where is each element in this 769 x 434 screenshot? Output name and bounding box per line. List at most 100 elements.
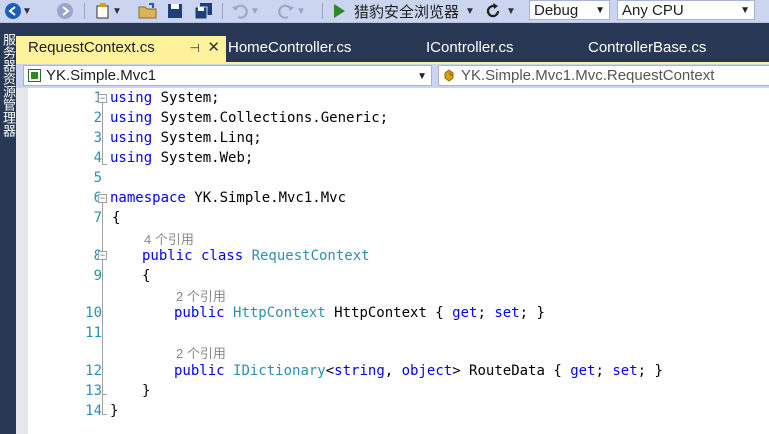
server-explorer-sidebar[interactable]: 服务器资源管理器 <box>0 23 16 434</box>
refresh-button[interactable]: ▼ <box>484 2 516 20</box>
code-line[interactable]: namespace YK.Simple.Mvc1.Mvc <box>110 190 346 206</box>
keyword: namespace <box>110 190 186 206</box>
forward-button[interactable] <box>56 2 74 20</box>
line-number: 2 <box>93 110 102 126</box>
back-button[interactable]: ▼ <box>4 2 32 20</box>
forward-arrow-icon <box>57 3 73 19</box>
server-explorer-label[interactable]: 服务器资源管理器 <box>1 33 16 137</box>
line-number: 14 <box>85 403 102 419</box>
back-dropdown-icon[interactable]: ▼ <box>22 6 32 17</box>
chevron-down-icon: ▼ <box>740 5 750 16</box>
property-references-codelens[interactable]: 2 个引用 <box>176 343 226 362</box>
keyword: public class <box>142 248 252 264</box>
brace: } <box>142 383 151 399</box>
new-project-button[interactable]: ▼ <box>94 2 122 20</box>
code-line[interactable]: public class RequestContext <box>142 248 370 264</box>
property-name: HttpContext { <box>325 305 453 321</box>
refresh-dropdown-icon[interactable]: ▼ <box>506 6 516 17</box>
undo-dropdown-icon[interactable]: ▼ <box>250 6 260 17</box>
keyword: get <box>570 363 596 379</box>
type-name: IDictionary <box>233 363 326 379</box>
code-line[interactable]: using System.Collections.Generic; <box>110 110 388 126</box>
keyword: public <box>174 305 234 321</box>
outline-guide <box>102 203 103 414</box>
solution-configuration-select[interactable]: Debug ▼ <box>529 0 610 20</box>
tab-homecontroller[interactable]: HomeController.cs <box>216 36 406 62</box>
keyword: get <box>452 305 478 321</box>
type-name: HttpContext <box>233 305 326 321</box>
start-dropdown-icon[interactable]: ▼ <box>465 6 475 17</box>
punctuation: ; } <box>637 363 663 379</box>
tab-label: HomeController.cs <box>228 39 352 56</box>
editor-margin <box>16 88 28 434</box>
code-line[interactable]: { <box>112 210 120 226</box>
pin-icon[interactable]: ⊣ <box>190 36 200 60</box>
line-number: 11 <box>85 325 102 341</box>
solution-platform-select[interactable]: Any CPU ▼ <box>617 0 755 20</box>
namespace-ref: System; <box>152 90 220 106</box>
toolbar-separator <box>84 3 85 19</box>
keyword: public <box>174 363 234 379</box>
keyword: using <box>110 110 153 126</box>
code-line[interactable]: } <box>142 383 150 399</box>
line-number: 4 <box>93 150 102 166</box>
save-all-icon <box>194 3 212 20</box>
document-tab-strip: RequestContext.cs ⊣ ✕ HomeController.cs … <box>16 23 769 62</box>
keyword: using <box>110 130 153 146</box>
outline-guide <box>102 394 107 395</box>
line-number: 12 <box>85 363 102 379</box>
punctuation: , <box>384 363 402 379</box>
refresh-icon <box>486 3 500 18</box>
redo-button[interactable]: ▼ <box>276 2 306 20</box>
project-select[interactable]: YK.Simple.Mvc1 ▼ <box>23 65 432 86</box>
code-line[interactable]: public HttpContext HttpContext { get; se… <box>174 305 545 321</box>
line-number: 3 <box>93 130 102 146</box>
line-number: 7 <box>93 210 102 226</box>
outline-guide <box>102 103 103 164</box>
collapse-class-toggle[interactable]: − <box>98 251 107 260</box>
line-number: 8 <box>68 248 102 264</box>
tab-requestcontext[interactable]: RequestContext.cs ⊣ ✕ <box>16 36 226 62</box>
line-number: 10 <box>85 305 102 321</box>
solution-configuration-value: Debug <box>534 2 579 19</box>
outline-guide <box>102 414 107 415</box>
code-line[interactable]: } <box>110 403 118 419</box>
code-line[interactable]: using System; <box>110 90 220 106</box>
navigation-bar: YK.Simple.Mvc1 ▼ YK.Simple.Mvc1.Mvc.Requ… <box>16 64 769 88</box>
undo-button[interactable]: ▼ <box>230 2 260 20</box>
start-debugging-button[interactable]: 猎豹安全浏览器 ▼ <box>332 2 475 21</box>
brace: { <box>112 210 121 226</box>
code-line[interactable]: using System.Web; <box>110 150 253 166</box>
save-button[interactable] <box>166 2 184 20</box>
punctuation: ; } <box>519 305 545 321</box>
keyword: set <box>612 363 638 379</box>
code-line[interactable]: public IDictionary<string, object> Route… <box>174 363 663 379</box>
code-line[interactable]: { <box>142 268 150 284</box>
class-references-codelens[interactable]: 4 个引用 <box>144 229 194 248</box>
code-line[interactable]: using System.Linq; <box>110 130 262 146</box>
property-references-codelens[interactable]: 2 个引用 <box>176 286 226 305</box>
new-project-dropdown-icon[interactable]: ▼ <box>112 6 122 17</box>
namespace-ref: System.Collections.Generic; <box>152 110 389 126</box>
line-number: 13 <box>85 383 102 399</box>
type-select[interactable]: YK.Simple.Mvc1.Mvc.RequestContext <box>438 65 769 86</box>
save-all-button[interactable] <box>194 2 214 20</box>
main-toolbar: ▼ ▼ ▼ ▼ 猎豹安全浏览器 ▼ ▼ Debug ▼ Any CPU ▼ <box>0 0 769 23</box>
keyword: string <box>334 363 385 379</box>
tab-controllerbase[interactable]: ControllerBase.cs <box>576 36 756 62</box>
punctuation: < <box>325 363 335 379</box>
collapse-usings-toggle[interactable]: − <box>98 94 107 103</box>
collapse-namespace-toggle[interactable]: − <box>98 194 107 203</box>
tab-icontroller[interactable]: IController.cs <box>414 36 574 62</box>
line-number: 5 <box>93 170 102 186</box>
toolbar-separator <box>222 3 223 19</box>
code-editor[interactable]: 1 2 3 4 5 6 7 8 9 10 11 12 13 14 − − − u… <box>16 88 769 434</box>
brace: } <box>110 403 119 419</box>
type-value: YK.Simple.Mvc1.Mvc.RequestContext <box>461 67 715 84</box>
save-icon <box>168 4 182 18</box>
open-file-button[interactable] <box>138 2 158 20</box>
redo-dropdown-icon[interactable]: ▼ <box>296 6 306 17</box>
keyword: object <box>401 363 453 379</box>
undo-icon <box>232 4 248 19</box>
keyword: using <box>110 150 153 166</box>
